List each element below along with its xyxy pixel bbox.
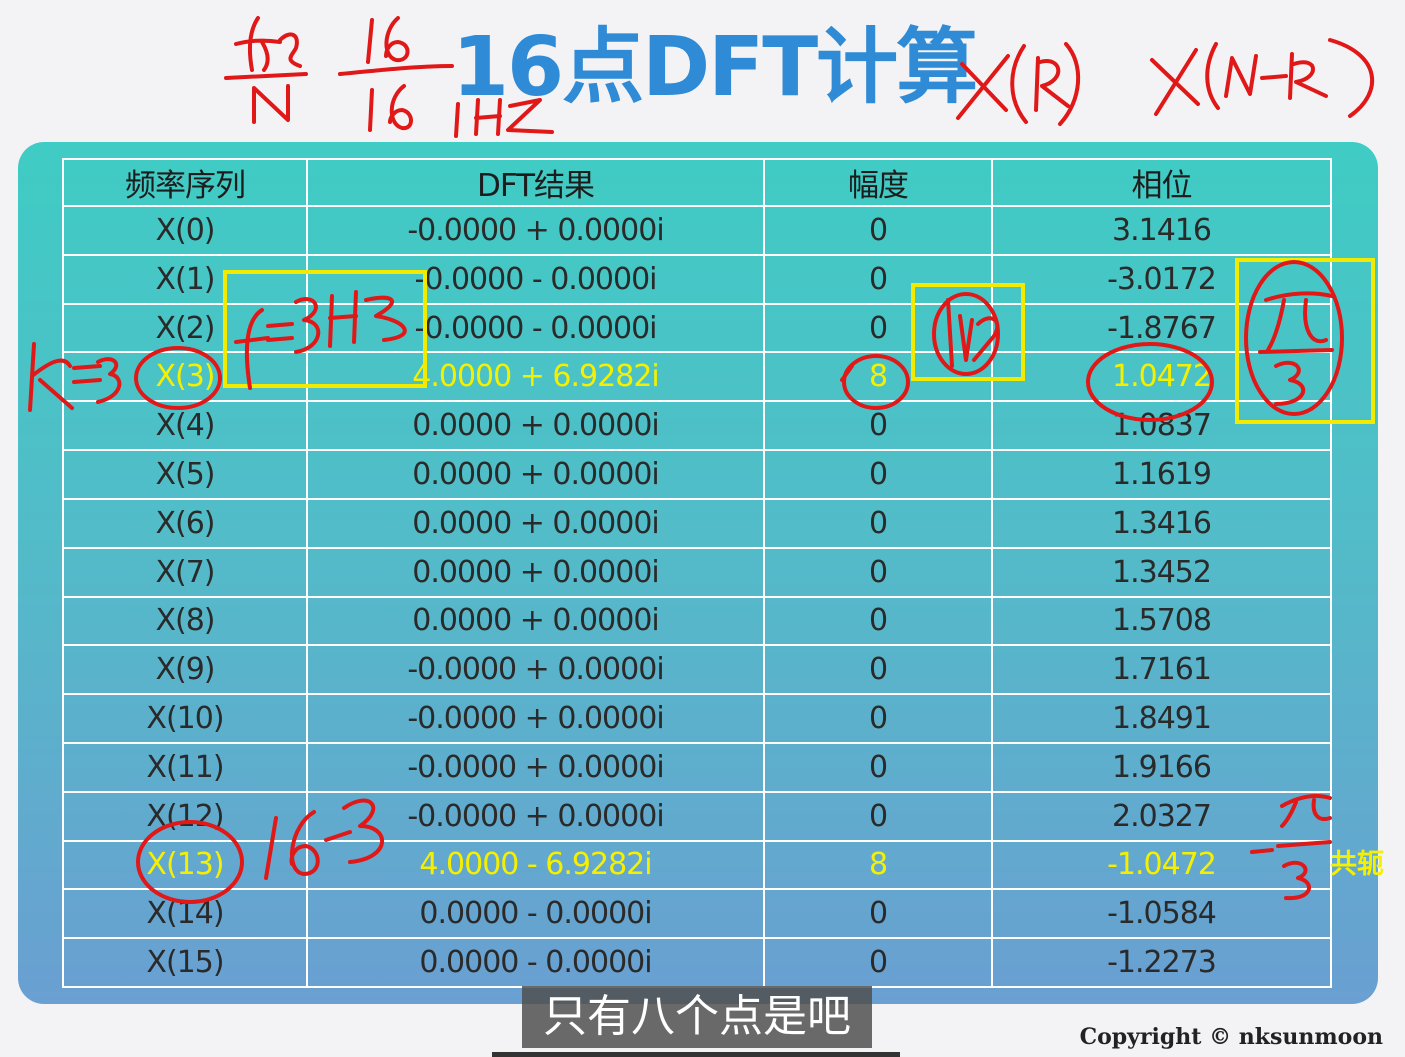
cell-magnitude: 8 (763, 839, 993, 891)
cell-magnitude: 0 (763, 888, 993, 940)
cell-freq: X(14) (62, 888, 308, 940)
cell-freq: X(0) (62, 205, 308, 256)
cell-dft: 0.0000 - 0.0000i (306, 888, 765, 940)
table-header-row: 频率序列 DFT结果 幅度 相位 (62, 158, 1332, 207)
cell-freq: X(10) (62, 693, 308, 744)
cell-magnitude: 0 (763, 253, 993, 305)
cell-freq: X(12) (62, 790, 308, 842)
header-dft: DFT结果 (306, 158, 765, 207)
cell-freq: X(3) (62, 351, 308, 403)
cell-freq: X(2) (62, 302, 308, 354)
cell-magnitude: 0 (763, 400, 993, 452)
cell-freq: X(1) (62, 253, 308, 305)
slide-title: 16点DFT计算 (452, 20, 978, 115)
cell-freq: X(7) (62, 546, 308, 598)
cell-magnitude: 0 (763, 449, 993, 500)
cell-freq: X(9) (62, 644, 308, 696)
table-row: X(3) 4.0000 + 6.9282i 8 1.0472 (62, 351, 1332, 403)
cell-freq: X(4) (62, 400, 308, 452)
cell-magnitude: 0 (763, 741, 993, 793)
cell-freq: X(15) (62, 937, 308, 988)
copyright-text: Copyright © nksunmoon (1079, 1024, 1383, 1050)
cell-dft: 0.0000 + 0.0000i (306, 400, 765, 452)
cell-phase: 1.3416 (991, 497, 1332, 549)
table-row: X(11) -0.0000 + 0.0000i 0 1.9166 (62, 741, 1332, 793)
cell-freq: X(8) (62, 595, 308, 647)
table-row: X(5) 0.0000 + 0.0000i 0 1.1619 (62, 449, 1332, 500)
cell-phase: -1.2273 (991, 937, 1332, 988)
cell-magnitude: 0 (763, 693, 993, 744)
header-phase: 相位 (991, 158, 1332, 207)
cell-phase: -1.8767 (991, 302, 1332, 354)
cell-dft: -0.0000 - 0.0000i (306, 302, 765, 354)
table-row: X(6) 0.0000 + 0.0000i 0 1.3416 (62, 497, 1332, 549)
cell-phase: -1.0584 (991, 888, 1332, 940)
cell-magnitude: 0 (763, 546, 993, 598)
video-subtitle: 只有八个点是吧 (522, 986, 872, 1048)
cell-phase: 1.1619 (991, 449, 1332, 500)
cell-dft: 4.0000 + 6.9282i (306, 351, 765, 403)
table-row: X(1) -0.0000 - 0.0000i 0 -3.0172 (62, 253, 1332, 305)
cell-freq: X(13) (62, 839, 308, 891)
cell-phase: 2.0327 (991, 790, 1332, 842)
cell-dft: 0.0000 + 0.0000i (306, 497, 765, 549)
cell-magnitude: 0 (763, 497, 993, 549)
cell-phase: -3.0172 (991, 253, 1332, 305)
cell-phase: 1.9166 (991, 741, 1332, 793)
table-row: X(13) 4.0000 - 6.9282i 8 -1.0472 (62, 839, 1332, 891)
cell-magnitude: 0 (763, 644, 993, 696)
table-row: X(2) -0.0000 - 0.0000i 0 -1.8767 (62, 302, 1332, 354)
cell-phase: 1.8491 (991, 693, 1332, 744)
header-magnitude: 幅度 (763, 158, 993, 207)
cell-dft: 4.0000 - 6.9282i (306, 839, 765, 891)
cell-dft: 0.0000 + 0.0000i (306, 546, 765, 598)
table-row: X(10) -0.0000 + 0.0000i 0 1.8491 (62, 693, 1332, 744)
cell-magnitude: 8 (763, 351, 993, 403)
fs-over-n-note (224, 16, 308, 124)
table-row: X(0) -0.0000 + 0.0000i 0 3.1416 (62, 205, 1332, 256)
cell-phase: 3.1416 (991, 205, 1332, 256)
cell-magnitude: 0 (763, 937, 993, 988)
cell-dft: -0.0000 + 0.0000i (306, 790, 765, 842)
sixteen-over-sixteen-note (338, 16, 454, 132)
cell-dft: 0.0000 + 0.0000i (306, 595, 765, 647)
cell-magnitude: 0 (763, 205, 993, 256)
cell-dft: -0.0000 + 0.0000i (306, 741, 765, 793)
table-row: X(15) 0.0000 - 0.0000i 0 -1.2273 (62, 937, 1332, 988)
cell-dft: -0.0000 - 0.0000i (306, 253, 765, 305)
table-row: X(8) 0.0000 + 0.0000i 0 1.5708 (62, 595, 1332, 647)
cell-phase: 1.0837 (991, 400, 1332, 452)
table-row: X(4) 0.0000 + 0.0000i 0 1.0837 (62, 400, 1332, 452)
cell-dft: 0.0000 + 0.0000i (306, 449, 765, 500)
cell-phase: 1.7161 (991, 644, 1332, 696)
cell-dft: -0.0000 + 0.0000i (306, 693, 765, 744)
table-row: X(14) 0.0000 - 0.0000i 0 -1.0584 (62, 888, 1332, 940)
cell-magnitude: 0 (763, 595, 993, 647)
cell-dft: -0.0000 + 0.0000i (306, 205, 765, 256)
cell-phase: 1.5708 (991, 595, 1332, 647)
cell-freq: X(6) (62, 497, 308, 549)
cell-dft: 0.0000 - 0.0000i (306, 937, 765, 988)
cell-freq: X(5) (62, 449, 308, 500)
progress-line (492, 1052, 900, 1057)
conjugate-label: 共轭 (1330, 849, 1384, 880)
cell-magnitude: 0 (763, 790, 993, 842)
table-row: X(12) -0.0000 + 0.0000i 0 2.0327 (62, 790, 1332, 842)
x-n-minus-k-note (1150, 38, 1375, 118)
cell-phase: 1.3452 (991, 546, 1332, 598)
cell-dft: -0.0000 + 0.0000i (306, 644, 765, 696)
dft-table: 频率序列 DFT结果 幅度 相位 X(0) -0.0000 + 0.0000i 0 3… (62, 158, 1332, 988)
table-row: X(7) 0.0000 + 0.0000i 0 1.3452 (62, 546, 1332, 598)
cell-phase: 1.0472 (991, 351, 1332, 403)
table-row: X(9) -0.0000 + 0.0000i 0 1.7161 (62, 644, 1332, 696)
cell-phase: -1.0472 (991, 839, 1332, 891)
cell-magnitude: 0 (763, 302, 993, 354)
header-freq: 频率序列 (62, 158, 308, 207)
cell-freq: X(11) (62, 741, 308, 793)
